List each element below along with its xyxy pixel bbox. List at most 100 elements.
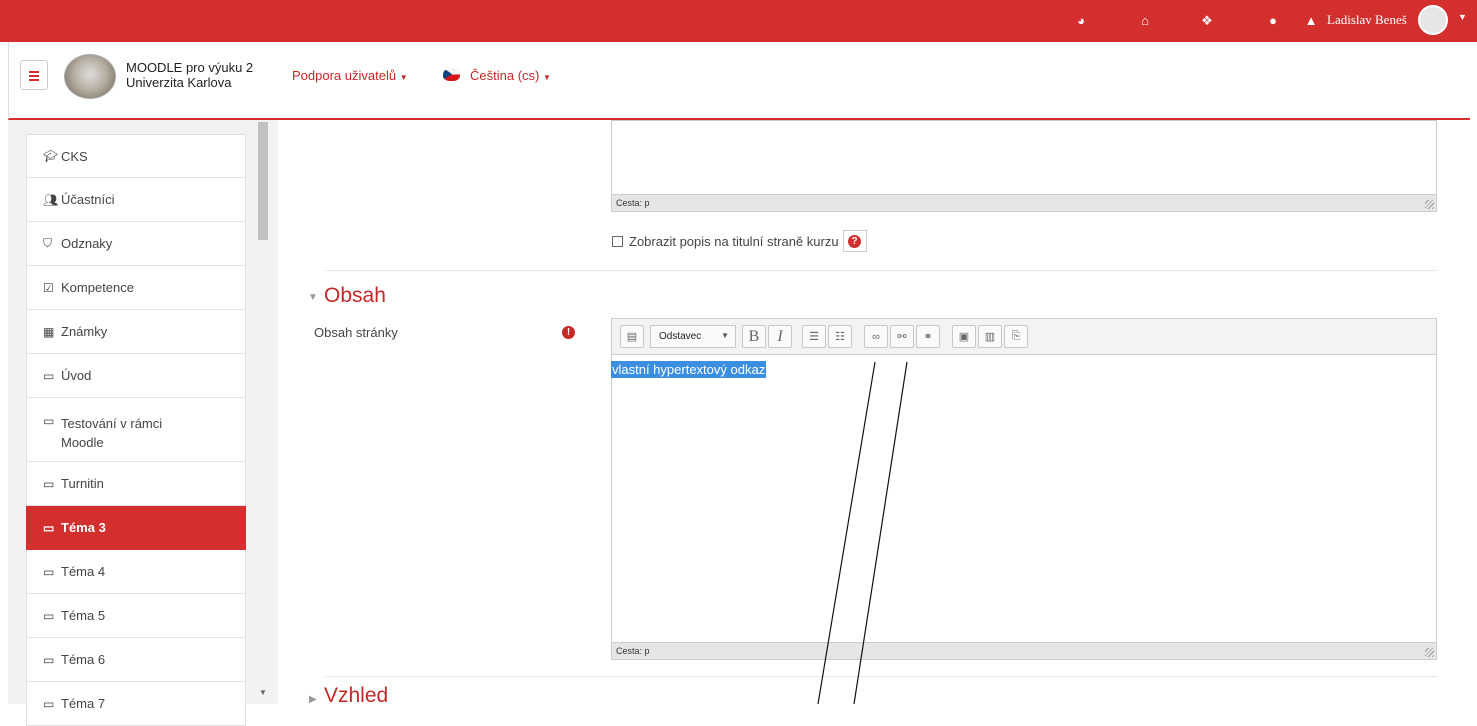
image-button[interactable]: ▣ (952, 325, 976, 348)
user-name[interactable]: Ladislav Beneš (1327, 12, 1407, 28)
bullet-list-icon: ☰ (809, 331, 819, 343)
resize-grip-icon[interactable] (1425, 648, 1434, 657)
sidebar-item-competencies[interactable]: ☑ Kompetence (26, 266, 246, 310)
sidebar-item-cks[interactable]: 🎓︎ CKS (26, 134, 246, 178)
users-icon: 👥︎ (43, 192, 59, 207)
italic-button[interactable]: I (768, 325, 792, 348)
site-name[interactable]: MOODLE pro výuku 2 Univerzita Karlova (126, 60, 253, 90)
sidebar-item-label: Známky (61, 324, 108, 339)
path-text: Cesta: p (616, 198, 650, 208)
clipboard-icon: ⎘ (1011, 330, 1021, 342)
section-appearance-title[interactable]: Vzhled (324, 684, 388, 708)
chevron-down-icon[interactable]: ▼ (1458, 12, 1467, 22)
format-select[interactable]: Odstavec ▼ (650, 325, 736, 348)
language-menu[interactable]: Čeština (cs) ▼ (470, 68, 551, 83)
top-bar: ◕ ⌂ ❖ ● ▲ Ladislav Beneš ▼ (0, 0, 1477, 42)
language-label: Čeština (cs) (470, 68, 540, 83)
sidebar-drawer: 🎓︎ CKS 👥︎ Účastníci ⛉ Odznaky ☑ Kompetence ▦… (8, 120, 278, 726)
avatar[interactable] (1418, 5, 1448, 35)
sidebar-item-topic-3[interactable]: ▭ Téma 3 (26, 506, 246, 550)
description-path-bar: Cesta: p (612, 194, 1436, 211)
sidebar-item-label: Úvod (61, 368, 92, 383)
support-menu-label: Podpora uživatelů (292, 68, 397, 83)
numbered-list-icon: ☷ (835, 331, 845, 343)
sidebar-item-testing[interactable]: ▭ Testování v rámci Moodle (26, 398, 246, 462)
unordered-list-button[interactable]: ☰ (802, 325, 826, 348)
show-description-row: Zobrazit popis na titulní straně kurzu ? (612, 230, 867, 252)
course-nav: 🎓︎ CKS 👥︎ Účastníci ⛉ Odznaky ☑ Kompetence ▦… (26, 134, 246, 726)
keyboard-icon: ▤ (626, 331, 638, 343)
chevron-down-icon: ▼ (542, 73, 551, 82)
description-editor[interactable]: Cesta: p (611, 120, 1437, 212)
bell-icon[interactable]: ▲ (1303, 13, 1319, 29)
shield-icon: ⛉ (43, 236, 53, 250)
editor-toolbar: ▤ Odstavec ▼ B I ☰ ☷ ∞ ⚯ ⚭ ▣ ▥ ⎘ (612, 319, 1436, 355)
sidebar-item-topic-4[interactable]: ▭ Téma 4 (26, 550, 246, 594)
show-description-label[interactable]: Zobrazit popis na titulní straně kurzu (629, 234, 839, 249)
sidebar-item-topic-7[interactable]: ▭ Téma 7 (26, 682, 246, 726)
section-content-title[interactable]: Obsah (324, 284, 386, 308)
folder-icon: ▭ (43, 608, 55, 623)
cubes-icon[interactable]: ❖ (1199, 13, 1215, 29)
folder-icon: ▭ (43, 476, 55, 491)
table-icon: ▦ (43, 324, 55, 339)
path-text: Cesta: p (616, 646, 650, 656)
chat-icon[interactable]: ● (1265, 13, 1281, 29)
dashboard-icon[interactable]: ◕ (1073, 13, 1089, 29)
graduation-cap-icon: 🎓︎ (43, 149, 59, 163)
sidebar-item-label: Téma 3 (61, 520, 106, 535)
editor-selected-text[interactable]: vlastní hypertextový odkaz (611, 361, 767, 378)
checkbox-icon: ☑ (43, 280, 54, 295)
sidebar-item-label: Téma 4 (61, 564, 106, 579)
sidebar-item-label: Účastníci (61, 192, 115, 207)
content-field-label: Obsah stránky (314, 325, 398, 340)
toolbar-toggle-button[interactable]: ▤ (620, 325, 644, 348)
sidebar-item-label: Odznaky (61, 236, 113, 251)
sidebar-item-badges[interactable]: ⛉ Odznaky (26, 222, 246, 266)
sidebar-scrollbar-thumb[interactable] (258, 122, 268, 240)
unlink-icon: ⚯ (897, 331, 907, 343)
czech-flag-icon (443, 68, 460, 81)
link-button[interactable]: ∞ (864, 325, 888, 348)
section-divider (325, 270, 1437, 271)
section-divider (325, 676, 1437, 677)
media-button[interactable]: ▥ (978, 325, 1002, 348)
unlink-button[interactable]: ⚯ (890, 325, 914, 348)
anchor-link-button[interactable]: ⚭ (916, 325, 940, 348)
sidebar-item-label: Téma 6 (61, 652, 106, 667)
folder-icon: ▭ (43, 520, 55, 535)
manage-files-button[interactable]: ⎘ (1004, 325, 1028, 348)
sidebar-item-topic-6[interactable]: ▭ Téma 6 (26, 638, 246, 682)
sidebar-item-label: Turnitin (61, 476, 104, 491)
anchor-link-icon: ⚭ (923, 331, 933, 343)
folder-icon: ▭ (43, 652, 55, 667)
sidebar-item-label: Téma 5 (61, 608, 106, 623)
content-path-bar: Cesta: p (612, 642, 1436, 659)
help-icon: ? (848, 234, 862, 248)
chevron-down-icon: ▼ (399, 73, 408, 82)
university-logo[interactable] (64, 54, 116, 99)
help-button[interactable]: ? (842, 230, 867, 252)
show-description-checkbox[interactable] (612, 235, 623, 247)
sidebar-item-intro[interactable]: ▭ Úvod (26, 354, 246, 398)
bold-button[interactable]: B (742, 325, 766, 348)
menu-toggle-button[interactable] (20, 60, 48, 90)
folder-icon: ▭ (43, 368, 55, 383)
support-menu[interactable]: Podpora uživatelů ▼ (292, 68, 408, 83)
sidebar-item-turnitin[interactable]: ▭ Turnitin (26, 462, 246, 506)
expanded-caret-icon[interactable]: ▼ (308, 292, 318, 303)
site-name-line2: Univerzita Karlova (126, 75, 232, 90)
sidebar-item-participants[interactable]: 👥︎ Účastníci (26, 178, 246, 222)
scroll-down-arrow-icon[interactable]: ▼ (258, 688, 268, 697)
ordered-list-button[interactable]: ☷ (828, 325, 852, 348)
image-icon: ▣ (958, 331, 970, 343)
sidebar-item-grades[interactable]: ▦ Známky (26, 310, 246, 354)
folder-icon: ▭ (43, 564, 55, 579)
sidebar-item-topic-5[interactable]: ▭ Téma 5 (26, 594, 246, 638)
link-icon: ∞ (872, 330, 880, 343)
format-select-value: Odstavec (659, 331, 702, 342)
collapsed-caret-icon[interactable]: ▶ (309, 694, 317, 705)
sidebar-item-label: CKS (61, 148, 88, 164)
resize-grip-icon[interactable] (1425, 200, 1434, 209)
home-icon[interactable]: ⌂ (1137, 13, 1153, 29)
